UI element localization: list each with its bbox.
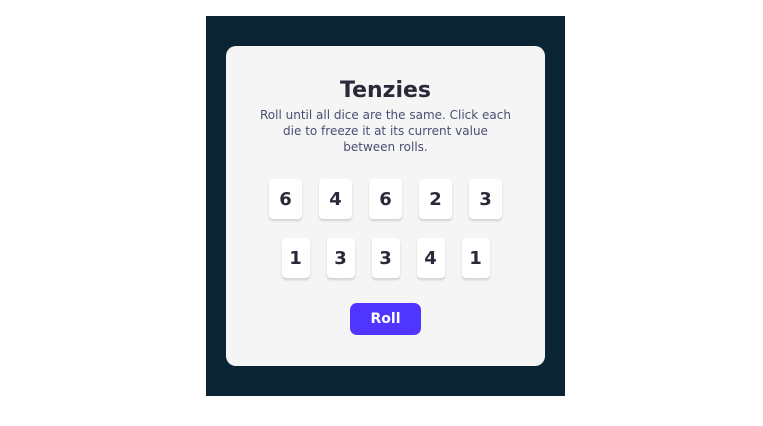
die-4[interactable]: 2 xyxy=(419,179,452,219)
die-9[interactable]: 4 xyxy=(416,238,445,278)
die-7[interactable]: 3 xyxy=(326,238,355,278)
game-card: Tenzies Roll until all dice are the same… xyxy=(226,46,545,366)
game-instructions: Roll until all dice are the same. Click … xyxy=(260,108,511,154)
dice-row-bottom: 1 3 3 4 1 xyxy=(226,238,545,278)
die-3[interactable]: 6 xyxy=(369,179,402,219)
die-2[interactable]: 4 xyxy=(319,179,352,219)
die-8[interactable]: 3 xyxy=(371,238,400,278)
app-frame: Tenzies Roll until all dice are the same… xyxy=(206,16,565,396)
die-1[interactable]: 6 xyxy=(269,179,302,219)
roll-button[interactable]: Roll xyxy=(350,303,421,335)
dice-row-top: 6 4 6 2 3 xyxy=(226,179,545,219)
die-5[interactable]: 3 xyxy=(469,179,502,219)
game-title: Tenzies xyxy=(339,78,432,103)
die-10[interactable]: 1 xyxy=(461,238,490,278)
die-6[interactable]: 1 xyxy=(281,238,310,278)
